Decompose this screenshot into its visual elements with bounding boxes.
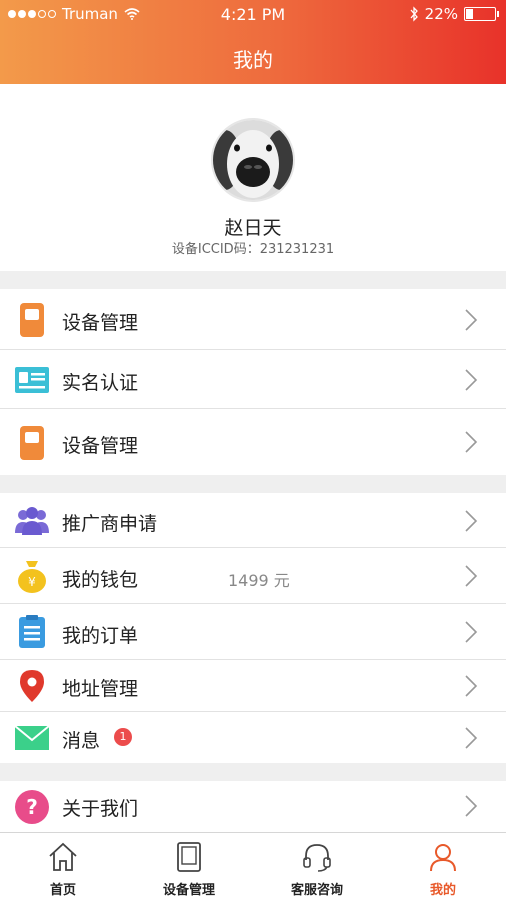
menu-item-device-management-2[interactable]: 设备管理 — [0, 409, 506, 475]
tab-label: 客服咨询 — [290, 883, 343, 898]
chevron-right-icon — [465, 565, 478, 587]
menu-item-label: 消息 — [62, 730, 101, 752]
menu-item-messages[interactable]: 消息 1 — [0, 712, 506, 763]
tab-device-management[interactable]: 设备管理 — [126, 833, 252, 900]
menu-item-address-management[interactable]: 地址管理 — [0, 660, 506, 712]
menu-item-label: 我的订单 — [62, 625, 139, 647]
chevron-right-icon — [465, 621, 478, 643]
menu-item-my-orders[interactable]: 我的订单 — [0, 604, 506, 660]
tab-customer-service[interactable]: 客服咨询 — [254, 833, 380, 900]
headset-icon — [303, 844, 331, 872]
money-bag-icon: ¥ — [18, 561, 46, 593]
header: Truman 4:21 PM 22% 我的 — [0, 0, 506, 84]
battery-icon — [464, 7, 499, 21]
chevron-right-icon — [465, 795, 478, 817]
svg-text:¥: ¥ — [28, 575, 36, 589]
wallet-balance: 1499 元 — [228, 571, 290, 590]
menu-group-account: 推广商申请 ¥ 我的钱包 1499 元 我的订单 地址管理 消息 1 — [0, 493, 506, 763]
menu-item-promoter-application[interactable]: 推广商申请 — [0, 493, 506, 548]
home-icon — [49, 842, 77, 871]
chevron-right-icon — [465, 431, 478, 453]
menu-item-label: 设备管理 — [62, 435, 139, 457]
menu-item-real-name-verification[interactable]: 实名认证 — [0, 350, 506, 409]
location-pin-icon — [20, 670, 44, 702]
menu-item-about-us[interactable]: ? 关于我们 — [0, 781, 506, 832]
menu-item-label: 地址管理 — [62, 678, 139, 700]
menu-item-label: 关于我们 — [62, 798, 139, 820]
tab-mine[interactable]: 我的 — [380, 833, 506, 900]
menu-item-device-management[interactable]: 设备管理 — [0, 289, 506, 350]
bluetooth-icon — [410, 6, 418, 22]
status-bar: Truman 4:21 PM 22% — [0, 0, 506, 28]
chevron-right-icon — [465, 727, 478, 749]
envelope-icon — [14, 725, 50, 750]
menu-group-about: ? 关于我们 — [0, 781, 506, 832]
people-icon — [15, 507, 49, 535]
id-card-icon — [15, 367, 49, 393]
profile-card: 赵日天 设备ICCID码：231231231 — [0, 84, 506, 271]
avatar[interactable] — [211, 118, 295, 202]
chevron-right-icon — [465, 675, 478, 697]
battery-percent: 22% — [424, 5, 458, 23]
chevron-right-icon — [465, 369, 478, 391]
tablet-icon — [177, 842, 201, 872]
tab-home[interactable]: 首页 — [0, 833, 126, 900]
tab-label: 首页 — [49, 883, 76, 898]
menu-item-label: 设备管理 — [62, 312, 139, 334]
person-icon — [430, 844, 456, 872]
unread-badge: 1 — [114, 728, 132, 746]
device-iccid: 设备ICCID码：231231231 — [171, 242, 335, 257]
tab-label: 我的 — [429, 883, 456, 898]
question-icon: ? — [15, 790, 49, 824]
chevron-right-icon — [465, 510, 478, 532]
menu-item-label: 推广商申请 — [62, 513, 158, 535]
clipboard-icon — [19, 615, 45, 648]
user-name: 赵日天 — [224, 217, 282, 239]
page-title: 我的 — [233, 48, 273, 72]
menu-item-label: 实名认证 — [62, 372, 139, 394]
device-icon — [20, 426, 44, 460]
dog-avatar-icon — [213, 120, 293, 200]
menu-item-my-wallet[interactable]: ¥ 我的钱包 1499 元 — [0, 548, 506, 604]
menu-group-devices: 设备管理 实名认证 设备管理 — [0, 289, 506, 475]
device-icon — [20, 303, 44, 337]
tab-bar: 首页 设备管理 客服咨询 我的 — [0, 832, 506, 900]
menu-item-label: 我的钱包 — [62, 569, 139, 591]
svg-text:?: ? — [26, 795, 38, 819]
chevron-right-icon — [465, 309, 478, 331]
tab-label: 设备管理 — [162, 883, 215, 898]
